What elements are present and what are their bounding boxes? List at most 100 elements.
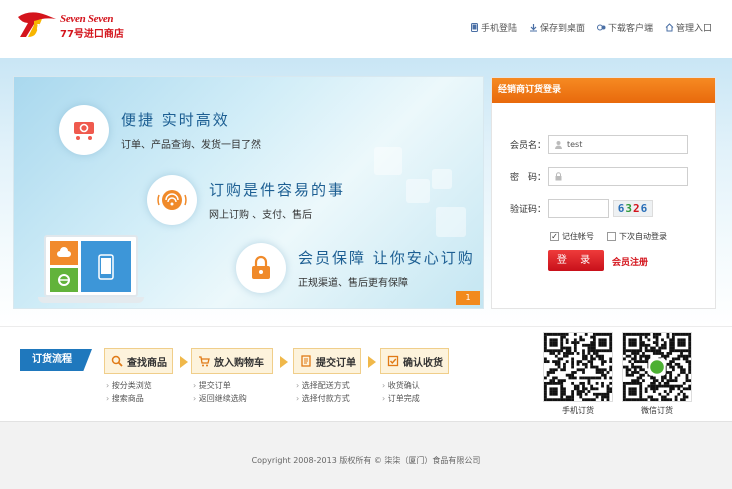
step-4-item[interactable]: 收货确认 [382,379,420,392]
qr-module [677,373,681,377]
qr-module [568,352,572,355]
qr-module [671,338,675,342]
qr-module [592,392,596,396]
qr-module [677,354,681,358]
qr-module [549,338,553,342]
qr-module [628,398,632,401]
step-1-item[interactable]: 搜索商品 [106,392,152,405]
qr-module [590,387,594,391]
qr-module [571,357,575,361]
qr-module [582,398,585,401]
qr-module [628,341,632,344]
password-row: 密 码： [510,167,688,186]
feature-1-desc: 订单、产品查询、发货一目了然 [121,140,261,151]
qr-module [579,338,583,342]
qr-module [563,398,566,401]
qr-module [576,384,580,388]
save-desktop-link[interactable]: 保存到桌面 [529,21,585,34]
remember-account-checkbox[interactable]: ✓ 记住帐号 [550,231,594,242]
banner-page-indicator[interactable]: 1 [456,291,480,305]
admin-entry-link[interactable]: 管理入口 [665,21,712,34]
qr-module [552,376,555,380]
qr-module [571,371,575,374]
qr-module [549,343,553,347]
qr-module [688,384,691,388]
qr-module [609,365,612,369]
qr-module [603,333,607,336]
qr-module [582,390,585,393]
qr-module [557,362,561,366]
login-header: 经销商订货登录 [492,78,715,103]
qr-module [674,357,678,361]
step-find-products[interactable]: 查找商品 [104,348,173,374]
logo[interactable]: U Seven Seven 77号进口商店 [16,11,128,41]
step-1-item[interactable]: 按分类浏览 [106,379,152,392]
qr-module [560,343,564,347]
qr-module [655,349,659,353]
captcha-char: 6 [640,202,649,215]
step-3-item[interactable]: 选择付款方式 [296,392,350,405]
search-icon [111,355,123,367]
register-link[interactable]: 会员注册 [612,255,648,268]
qr-module [606,349,610,353]
step-4-item[interactable]: 订单完成 [382,392,420,405]
qr-module [644,387,648,391]
username-input[interactable]: test [548,135,688,154]
qr-module [682,398,686,401]
step-arrow [368,356,376,368]
qr-module [669,349,673,353]
qr-module [680,368,683,372]
captcha-image[interactable]: 6 3 2 6 [613,200,653,217]
qr-module [579,335,583,339]
qr-module [655,333,659,336]
mobile-login-link[interactable]: 手机登陆 [470,21,517,34]
qr-module [639,381,643,385]
password-input[interactable] [548,167,688,186]
qr-module [563,392,566,396]
step-add-to-cart[interactable]: 放入购物车 [191,348,273,374]
qr-module [598,333,602,336]
qr-module [671,349,675,353]
step-submit-order[interactable]: 提交订单 [293,348,361,374]
step-2-item[interactable]: 返回继续选购 [193,392,247,405]
qr-module [546,349,550,353]
qr-module [661,384,664,388]
qr-module [560,384,564,388]
auto-login-checkbox[interactable]: 下次自动登录 [607,231,667,242]
login-button[interactable]: 登 录 [548,250,604,271]
qr-module [669,384,673,388]
qr-module [642,354,645,358]
tile-mobile [81,241,131,292]
step-confirm-receipt[interactable]: 确认收货 [380,348,449,374]
qr-module [685,376,689,380]
process-label: 订货流程 [20,349,92,371]
qr-module [650,395,654,399]
qr-module [603,395,607,399]
qr-module [560,392,564,396]
qr-module [601,362,604,366]
step-3-item[interactable]: 选择配送方式 [296,379,350,392]
qr-module [598,354,602,358]
qr-module [671,360,675,364]
qr-module [598,368,602,372]
qr-module [658,346,662,350]
qr-module [601,354,604,358]
qr-module [557,381,561,385]
qr-module [636,365,640,369]
download-client-link[interactable]: 下载客户端 [596,21,653,34]
mobile-login-label: 手机登陆 [480,24,517,34]
qr-module [590,341,594,344]
banner: 便捷 实时高效 订单、产品查询、发货一目了然 订购是件容易的事 网上订购 、支付… [13,76,484,309]
qr-module [685,354,689,358]
qr-module [549,398,553,401]
qr-module [557,352,561,355]
qr-module [554,360,558,364]
qr-module [552,333,555,336]
qr-module [557,357,561,361]
qr-module [595,354,599,358]
step-2-item[interactable]: 提交订单 [193,379,247,392]
captcha-input[interactable] [548,199,609,218]
qr-module [565,395,569,399]
qr-module [584,354,588,358]
qr-module [674,384,678,388]
